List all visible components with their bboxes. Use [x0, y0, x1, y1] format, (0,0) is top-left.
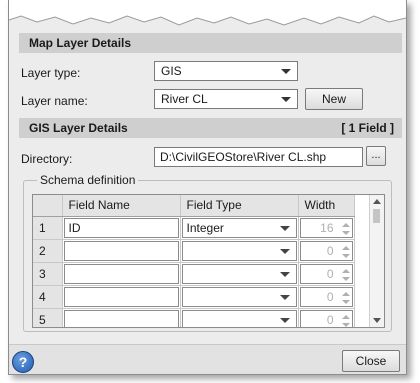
field-name-input[interactable]	[63, 286, 179, 307]
table-row: 5 0	[33, 308, 355, 328]
table-row: 1 ID Integer 16	[33, 216, 355, 240]
chevron-down-icon	[281, 97, 291, 102]
table-row: 3 0	[33, 262, 355, 286]
row-number: 2	[33, 239, 63, 263]
directory-label: Directory:	[21, 152, 73, 166]
schema-header-row: Field Name Field Type Width	[33, 195, 355, 217]
scroll-down-icon[interactable]	[373, 318, 381, 323]
layer-type-label: Layer type:	[21, 66, 81, 80]
chevron-down-icon	[279, 317, 290, 323]
help-icon[interactable]: ?	[12, 351, 34, 373]
layer-name-label: Layer name:	[21, 94, 88, 108]
field-type-cell[interactable]	[180, 285, 299, 309]
scroll-up-icon[interactable]	[373, 199, 381, 204]
width-value: 0	[326, 243, 334, 258]
map-layer-details-title: Map Layer Details	[29, 36, 132, 50]
spinner-arrows-icon[interactable]	[341, 244, 350, 261]
schema-definition-label: Schema definition	[37, 173, 139, 187]
layer-name-dropdown[interactable]: River CL	[154, 89, 298, 109]
width-cell[interactable]: 0	[298, 239, 355, 263]
gis-layer-details-header: GIS Layer Details [ 1 Field ]	[19, 118, 402, 138]
width-value: 0	[326, 312, 334, 327]
row-number: 4	[33, 285, 63, 309]
field-name-header[interactable]: Field Name	[62, 195, 181, 217]
field-name-cell[interactable]	[62, 262, 181, 286]
field-name-input[interactable]	[63, 263, 179, 284]
field-type-dropdown[interactable]: Integer	[181, 217, 297, 238]
chevron-down-icon	[279, 225, 290, 231]
layer-type-value: GIS	[161, 64, 182, 78]
field-type-cell[interactable]: Integer	[180, 216, 299, 240]
chevron-down-icon	[281, 69, 291, 74]
page: Map Layer Details Layer type: GIS Layer …	[0, 0, 420, 383]
width-value: 0	[326, 289, 334, 304]
field-name-cell[interactable]	[62, 308, 181, 327]
field-type-value: Integer	[186, 220, 224, 235]
width-stepper[interactable]: 0	[299, 286, 353, 307]
layer-name-value: River CL	[161, 92, 208, 106]
new-layer-button[interactable]: New	[305, 88, 363, 110]
field-type-header[interactable]: Field Type	[180, 195, 299, 217]
layer-type-dropdown[interactable]: GIS	[154, 61, 298, 81]
field-name-input[interactable]	[63, 240, 179, 261]
row-number: 5	[33, 308, 63, 327]
field-type-cell[interactable]	[180, 262, 299, 286]
dialog-footer: ? Close	[9, 344, 406, 374]
map-layer-details-header: Map Layer Details	[19, 33, 402, 53]
schema-scrollbar[interactable]	[369, 195, 384, 327]
directory-input[interactable]: D:\CivilGEOStore\River CL.shp	[154, 147, 363, 167]
width-cell[interactable]: 16	[298, 216, 355, 240]
schema-table: Field Name Field Type Width 1 ID Integer…	[33, 195, 355, 328]
spinner-arrows-icon[interactable]	[341, 290, 350, 307]
field-type-cell[interactable]	[180, 308, 299, 327]
field-type-dropdown[interactable]	[181, 286, 297, 307]
gis-layer-details-title: GIS Layer Details	[29, 121, 128, 135]
field-type-cell[interactable]	[180, 239, 299, 263]
spinner-arrows-icon[interactable]	[341, 313, 350, 328]
width-cell[interactable]: 0	[298, 262, 355, 286]
field-name-input[interactable]	[63, 309, 179, 327]
close-button[interactable]: Close	[342, 350, 400, 372]
torn-edge	[9, 0, 406, 26]
field-name-cell[interactable]	[62, 239, 181, 263]
chevron-down-icon	[279, 271, 290, 277]
field-name-input[interactable]: ID	[63, 217, 179, 238]
table-row: 4 0	[33, 285, 355, 309]
row-number-header	[33, 195, 63, 217]
row-number: 1	[33, 216, 63, 240]
chevron-down-icon	[279, 248, 290, 254]
browse-button[interactable]: ...	[366, 146, 386, 166]
field-type-dropdown[interactable]	[181, 309, 297, 327]
layer-dialog: Map Layer Details Layer type: GIS Layer …	[8, 0, 407, 375]
row-number: 3	[33, 262, 63, 286]
schema-grid: Field Name Field Type Width 1 ID Integer…	[32, 194, 385, 328]
width-cell[interactable]: 0	[298, 285, 355, 309]
width-cell[interactable]: 0	[298, 308, 355, 328]
field-name-cell[interactable]	[62, 285, 181, 309]
table-row: 2 0	[33, 239, 355, 263]
field-count: [ 1 Field ]	[341, 121, 394, 135]
chevron-down-icon	[279, 294, 290, 300]
width-header[interactable]: Width	[298, 195, 355, 217]
width-stepper[interactable]: 16	[299, 217, 353, 238]
width-stepper[interactable]: 0	[299, 240, 353, 261]
field-type-dropdown[interactable]	[181, 263, 297, 284]
width-value: 16	[320, 220, 334, 235]
width-stepper[interactable]: 0	[299, 263, 353, 284]
scroll-thumb[interactable]	[373, 209, 380, 223]
width-value: 0	[326, 266, 334, 281]
field-name-cell[interactable]: ID	[62, 216, 181, 240]
field-type-dropdown[interactable]	[181, 240, 297, 261]
spinner-arrows-icon[interactable]	[341, 267, 350, 284]
spinner-arrows-icon[interactable]	[341, 221, 350, 238]
width-stepper[interactable]: 0	[299, 309, 353, 328]
